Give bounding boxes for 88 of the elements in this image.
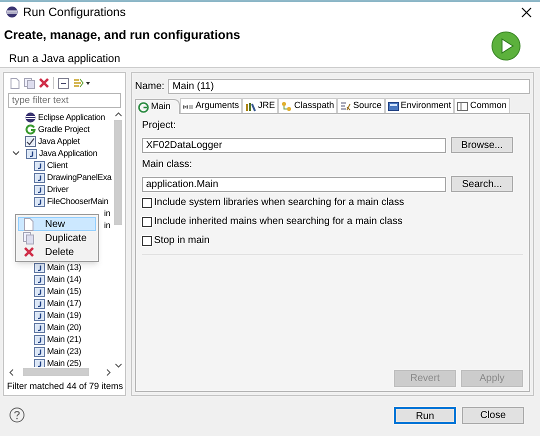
java-app-icon — [26, 148, 37, 158]
tree-item[interactable]: Main (14) — [47, 272, 82, 286]
collapse-icon[interactable] — [58, 78, 69, 88]
delete-icon — [23, 246, 35, 258]
search-button[interactable]: Search... — [451, 176, 513, 192]
tree-item[interactable]: Main (20) — [47, 320, 82, 334]
applet-icon — [25, 136, 36, 146]
tree-item[interactable]: Main (13) — [47, 260, 82, 274]
tab[interactable]: JRE — [242, 98, 278, 113]
java-config-icon — [34, 196, 45, 206]
tree-item[interactable]: in — [104, 206, 110, 220]
menu-item[interactable]: Duplicate — [18, 231, 96, 245]
java-config-icon — [34, 160, 45, 170]
tree-item[interactable]: Main (15) — [47, 284, 82, 298]
header-title: Create, manage, and run configurations — [4, 27, 240, 44]
browse-button[interactable]: Browse... — [451, 137, 513, 153]
java-config-icon — [34, 310, 45, 320]
name-field[interactable]: Main (11) — [168, 79, 530, 94]
tree-item[interactable]: Gradle Project — [38, 122, 90, 136]
delete-icon[interactable] — [39, 78, 49, 88]
tree-item[interactable]: Main (21) — [47, 332, 82, 346]
menu-item[interactable]: Delete — [18, 245, 96, 259]
tab[interactable]: Source — [337, 98, 385, 113]
dialog-button[interactable]: Run — [394, 406, 456, 424]
filter-icon[interactable] — [73, 78, 91, 88]
java-config-icon — [34, 322, 45, 332]
help-icon[interactable] — [9, 407, 25, 423]
java-config-icon — [34, 274, 45, 284]
java-config-icon — [34, 334, 45, 344]
checkbox[interactable] — [142, 236, 152, 246]
project-field[interactable]: XF02DataLogger — [142, 138, 446, 152]
window-title: Run Configurations — [23, 4, 126, 21]
java-config-icon — [34, 346, 45, 356]
checkbox[interactable] — [142, 216, 152, 226]
tab[interactable]: Arguments — [180, 98, 242, 113]
tab[interactable]: Common — [454, 98, 510, 113]
tree-item[interactable]: Java Applet — [38, 134, 80, 148]
common-icon — [457, 100, 468, 112]
run-icon — [491, 31, 521, 61]
tree-item[interactable]: Main (19) — [47, 308, 82, 322]
vertical-scrollbar[interactable] — [113, 111, 123, 369]
gradle-icon — [25, 124, 36, 134]
menu-item[interactable]: New — [18, 217, 96, 231]
java-config-icon — [34, 172, 45, 182]
checkbox-label: Include system libraries when searching for a main class — [154, 196, 404, 210]
scroll-down-icon[interactable] — [115, 363, 122, 368]
new-icon — [23, 218, 35, 230]
scroll-up-icon[interactable] — [115, 112, 122, 117]
tree-item[interactable]: Driver — [47, 182, 68, 196]
tree-item[interactable]: Main (23) — [47, 344, 82, 358]
java-config-icon — [34, 358, 45, 367]
main-class-field[interactable]: application.Main — [142, 176, 446, 192]
tab[interactable]: Classpath — [278, 98, 338, 113]
scroll-right-icon[interactable] — [106, 369, 111, 376]
close-icon[interactable] — [521, 6, 532, 18]
dialog-button[interactable]: Close — [462, 406, 524, 424]
filter-status: Filter matched 44 of 79 items — [7, 380, 124, 392]
app-icon — [6, 6, 18, 18]
main-class-label: Main class: — [142, 158, 194, 172]
eclipse-icon — [25, 112, 36, 122]
checkbox[interactable] — [142, 198, 152, 208]
environment-icon — [388, 100, 399, 112]
tree-item[interactable]: Main (17) — [47, 296, 82, 310]
java-config-icon — [34, 286, 45, 296]
expand-icon[interactable] — [12, 149, 20, 157]
main-tab-icon — [138, 102, 149, 112]
project-label: Project: — [142, 119, 177, 133]
tab[interactable]: Environment — [384, 98, 454, 113]
checkbox-label: Include inherited mains when searching for a main class — [154, 215, 402, 229]
checkbox-label: Stop in main — [154, 234, 210, 248]
source-icon — [340, 100, 352, 112]
tree-item[interactable]: FileChooserMain — [47, 194, 108, 208]
java-config-icon — [34, 298, 45, 308]
tree-item[interactable]: in — [104, 218, 110, 232]
filter-field[interactable]: type filter text — [8, 93, 121, 108]
classpath-icon — [281, 100, 292, 112]
tree-item[interactable]: Eclipse Application — [38, 111, 106, 124]
tree-item[interactable]: DrawingPanelExa — [47, 170, 112, 184]
tree-item[interactable]: Client — [47, 158, 68, 172]
library-icon — [245, 100, 256, 112]
java-config-icon — [34, 184, 45, 194]
tab[interactable]: Main — [135, 99, 180, 114]
header-subtitle: Run a Java application — [8, 52, 122, 67]
tree-item[interactable]: Java Application — [39, 146, 98, 160]
duplicate-icon — [23, 232, 35, 244]
name-label: Name: — [135, 80, 164, 94]
java-config-icon — [34, 262, 45, 272]
scroll-left-icon[interactable] — [9, 369, 14, 376]
